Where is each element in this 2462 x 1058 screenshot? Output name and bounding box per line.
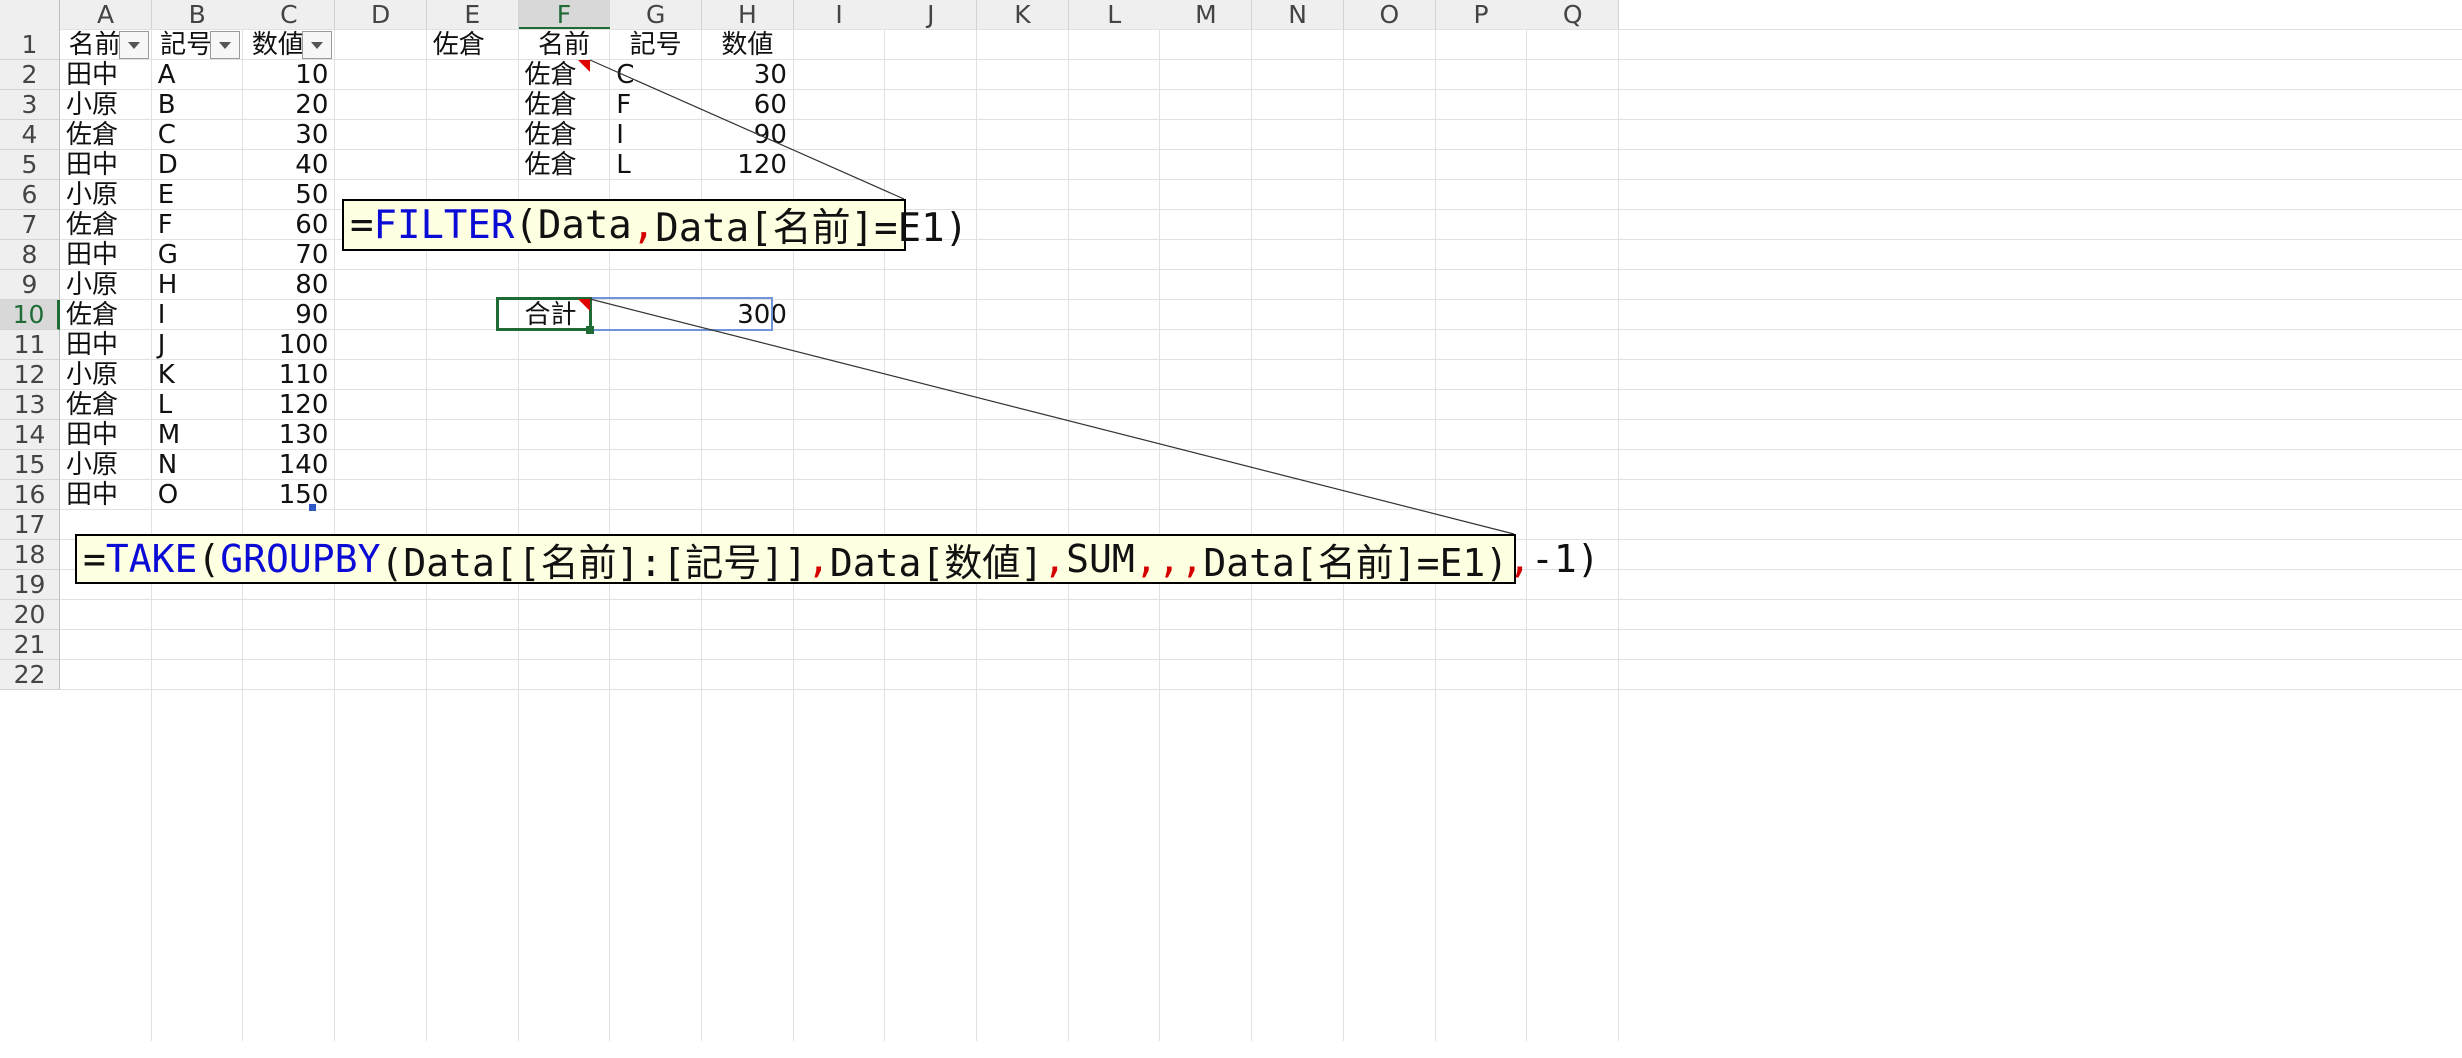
- formula-equals: =: [350, 202, 374, 248]
- formula-separator: ,,,: [1134, 537, 1204, 581]
- formula-equals: =: [83, 537, 106, 581]
- formula-separator: ,: [631, 202, 656, 248]
- formula-separator: ,: [807, 537, 830, 581]
- formula-arg-filter: Data[名前]=E1): [1203, 540, 1509, 585]
- formula-function-groupby: GROUPBY: [220, 537, 381, 581]
- comment-connectors: [589, 59, 1515, 535]
- comment-take-groupby-formula[interactable]: = TAKE(GROUPBY (Data[[名前]:[記号]], Data[数値], S…: [75, 534, 1600, 585]
- comment-connector-take: [589, 298, 1515, 535]
- spreadsheet: ABCDEFGHIJKLMNOPQ 1 2 3 4 5 6 7 8 9 10 11 12 13 14 15 1…: [0, 0, 2462, 1058]
- formula-function-filter: FILTER: [373, 202, 515, 248]
- formula-arg-data: (Data: [514, 202, 632, 248]
- formula-separator: ,: [1043, 537, 1067, 581]
- comment-filter-formula[interactable]: = FILTER (Data, Data[名前]=E1): [342, 199, 968, 251]
- formula-arg-values: Data[数値]: [829, 540, 1044, 585]
- formula-arg-condition: Data[名前]=E1): [655, 206, 969, 251]
- formula-arg-row-fields: (Data[[名前]:[記号]]: [380, 540, 807, 585]
- formula-arg-rows: -1): [1531, 537, 1600, 581]
- formula-paren: (: [197, 537, 221, 581]
- formula-separator: ,: [1508, 537, 1532, 581]
- formula-function-take: TAKE: [105, 537, 198, 581]
- formula-arg-function: SUM: [1066, 537, 1135, 581]
- comment-connector-filter: [589, 59, 905, 200]
